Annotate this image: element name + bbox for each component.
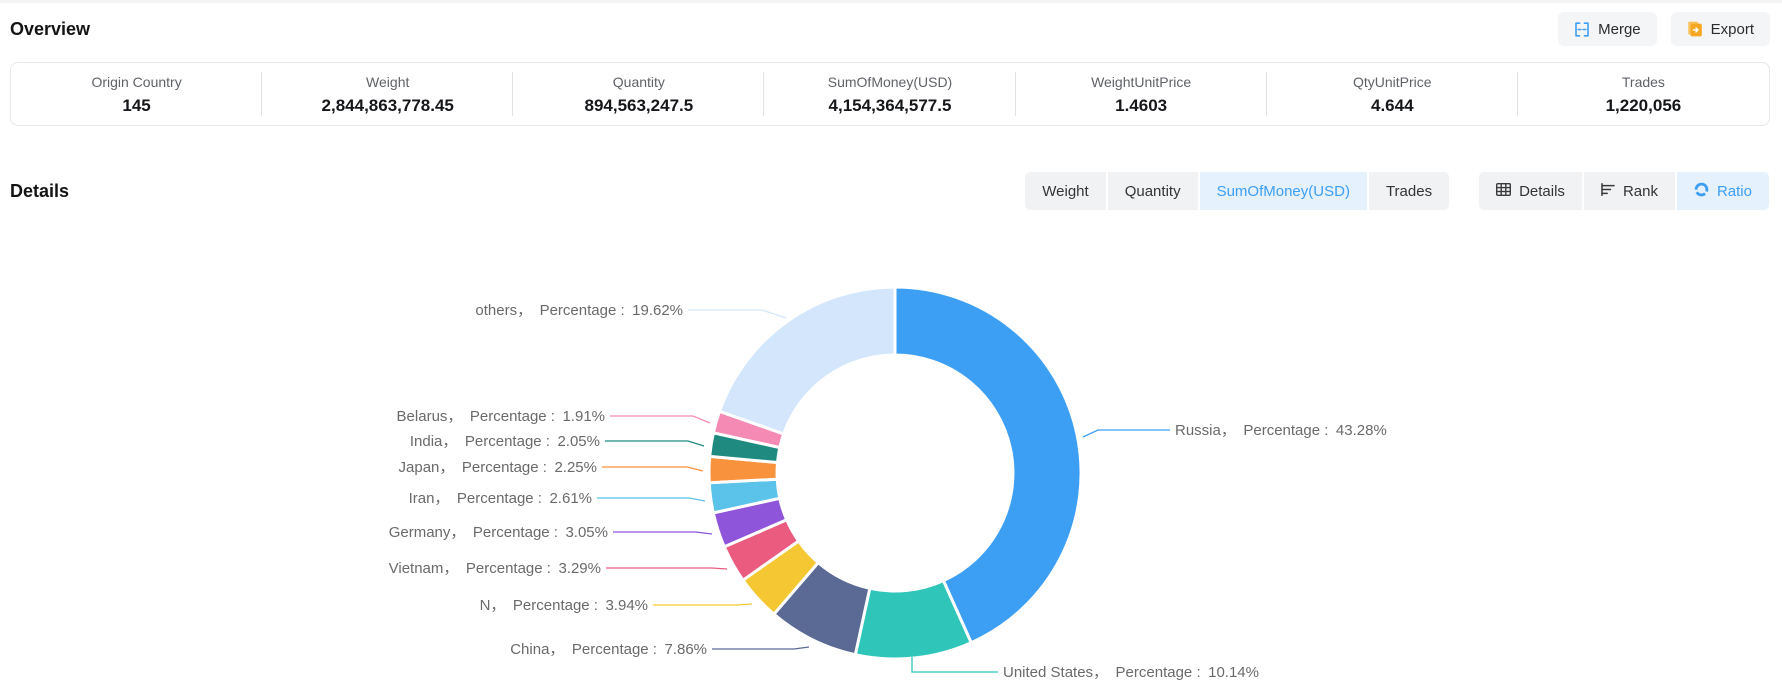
merge-button-label: Merge	[1598, 21, 1641, 38]
label-line-n	[653, 604, 752, 605]
stat-item-weightunitprice: WeightUnitPrice 1.4603	[1016, 72, 1267, 116]
label-line-russia	[1083, 430, 1170, 437]
stat-item-quantity: Quantity 894,563,247.5	[513, 72, 764, 116]
tab-label: Weight	[1042, 183, 1088, 200]
stat-item-weight: Weight 2,844,863,778.45	[262, 72, 513, 116]
overview-header: Overview Merge Export	[10, 8, 1770, 50]
stat-value: 1.4603	[1016, 96, 1267, 116]
tab-label: Trades	[1386, 183, 1432, 200]
slice-label-iran: Iran， Percentage : 2.61%	[409, 490, 592, 507]
slice-label-japan: Japan， Percentage : 2.25%	[399, 459, 597, 476]
stat-value: 145	[11, 96, 262, 116]
stat-label: SumOfMoney(USD)	[764, 74, 1015, 90]
stat-label: Trades	[1518, 74, 1769, 90]
slice-label-vietnam: Vietnam， Percentage : 3.29%	[389, 560, 601, 577]
tab-ratio[interactable]: Ratio	[1677, 172, 1769, 210]
table-icon	[1496, 183, 1511, 200]
merge-icon	[1574, 22, 1590, 37]
label-line-india	[605, 441, 704, 446]
tab-rank[interactable]: Rank	[1584, 172, 1675, 210]
label-line-vietnam	[606, 568, 727, 569]
slice-label-united-states: United States， Percentage : 10.14%	[1003, 664, 1259, 681]
stat-label: Weight	[262, 74, 513, 90]
label-line-united-states	[912, 657, 998, 672]
tab-label: Quantity	[1125, 183, 1181, 200]
slice-label-germany: Germany， Percentage : 3.05%	[389, 524, 608, 541]
tab-trades[interactable]: Trades	[1369, 172, 1449, 210]
stat-value: 4.644	[1267, 96, 1518, 116]
slice-label-n: N， Percentage : 3.94%	[480, 597, 648, 614]
tab-label: Rank	[1623, 183, 1658, 200]
ratio-icon	[1694, 182, 1709, 201]
stat-label: Quantity	[513, 74, 764, 90]
details-toolbar: Weight Quantity SumOfMoney(USD) Trades Deta…	[1025, 172, 1769, 210]
stat-label: QtyUnitPrice	[1267, 74, 1518, 90]
stat-label: Origin Country	[11, 74, 262, 90]
stat-value: 894,563,247.5	[513, 96, 764, 116]
header-actions: Merge Export	[1558, 12, 1770, 46]
details-title: Details	[10, 181, 69, 202]
tab-label: Ratio	[1717, 183, 1752, 200]
slice-label-belarus: Belarus， Percentage : 1.91%	[397, 408, 605, 425]
export-button[interactable]: Export	[1671, 12, 1770, 46]
label-line-belarus	[610, 416, 710, 423]
stat-item-sumofmoney-usd: SumOfMoney(USD) 4,154,364,577.5	[764, 72, 1015, 116]
slice-label-russia: Russia， Percentage : 43.28%	[1175, 422, 1387, 439]
export-icon	[1687, 21, 1703, 37]
slice-label-others: others， Percentage : 19.62%	[475, 302, 683, 319]
details-header: Details Weight Quantity SumOfMoney(USD) Tra…	[10, 170, 1769, 212]
page-title: Overview	[10, 19, 90, 40]
tab-label: SumOfMoney(USD)	[1217, 183, 1350, 200]
view-tab-group: Details Rank Ratio	[1479, 172, 1769, 210]
stat-item-qtyunitprice: QtyUnitPrice 4.644	[1267, 72, 1518, 116]
tab-details[interactable]: Details	[1479, 172, 1582, 210]
slice-label-india: India， Percentage : 2.05%	[410, 433, 600, 450]
stat-value: 4,154,364,577.5	[764, 96, 1015, 116]
metric-tab-group: Weight Quantity SumOfMoney(USD) Trades	[1025, 172, 1449, 210]
rank-icon	[1601, 183, 1615, 200]
label-line-japan	[602, 467, 703, 471]
merge-button[interactable]: Merge	[1558, 12, 1657, 46]
pie-slice-others[interactable]	[720, 287, 896, 434]
overview-stats-card: Origin Country145Weight2,844,863,778.45Q…	[10, 62, 1770, 126]
tab-weight[interactable]: Weight	[1025, 172, 1105, 210]
label-line-iran	[597, 498, 705, 501]
stat-value: 2,844,863,778.45	[262, 96, 513, 116]
stat-item-trades: Trades 1,220,056	[1518, 72, 1769, 116]
label-line-others	[688, 310, 786, 318]
slice-label-china: China， Percentage : 7.86%	[510, 641, 707, 658]
label-line-germany	[613, 532, 712, 534]
export-button-label: Export	[1711, 21, 1754, 38]
tab-quantity[interactable]: Quantity	[1108, 172, 1198, 210]
stat-item-origin-country: Origin Country 145	[11, 72, 262, 116]
stat-value: 1,220,056	[1518, 96, 1769, 116]
label-line-china	[712, 647, 809, 649]
stat-label: WeightUnitPrice	[1016, 74, 1267, 90]
tab-label: Details	[1519, 183, 1565, 200]
tab-sumofmoney-usd[interactable]: SumOfMoney(USD)	[1200, 172, 1367, 210]
